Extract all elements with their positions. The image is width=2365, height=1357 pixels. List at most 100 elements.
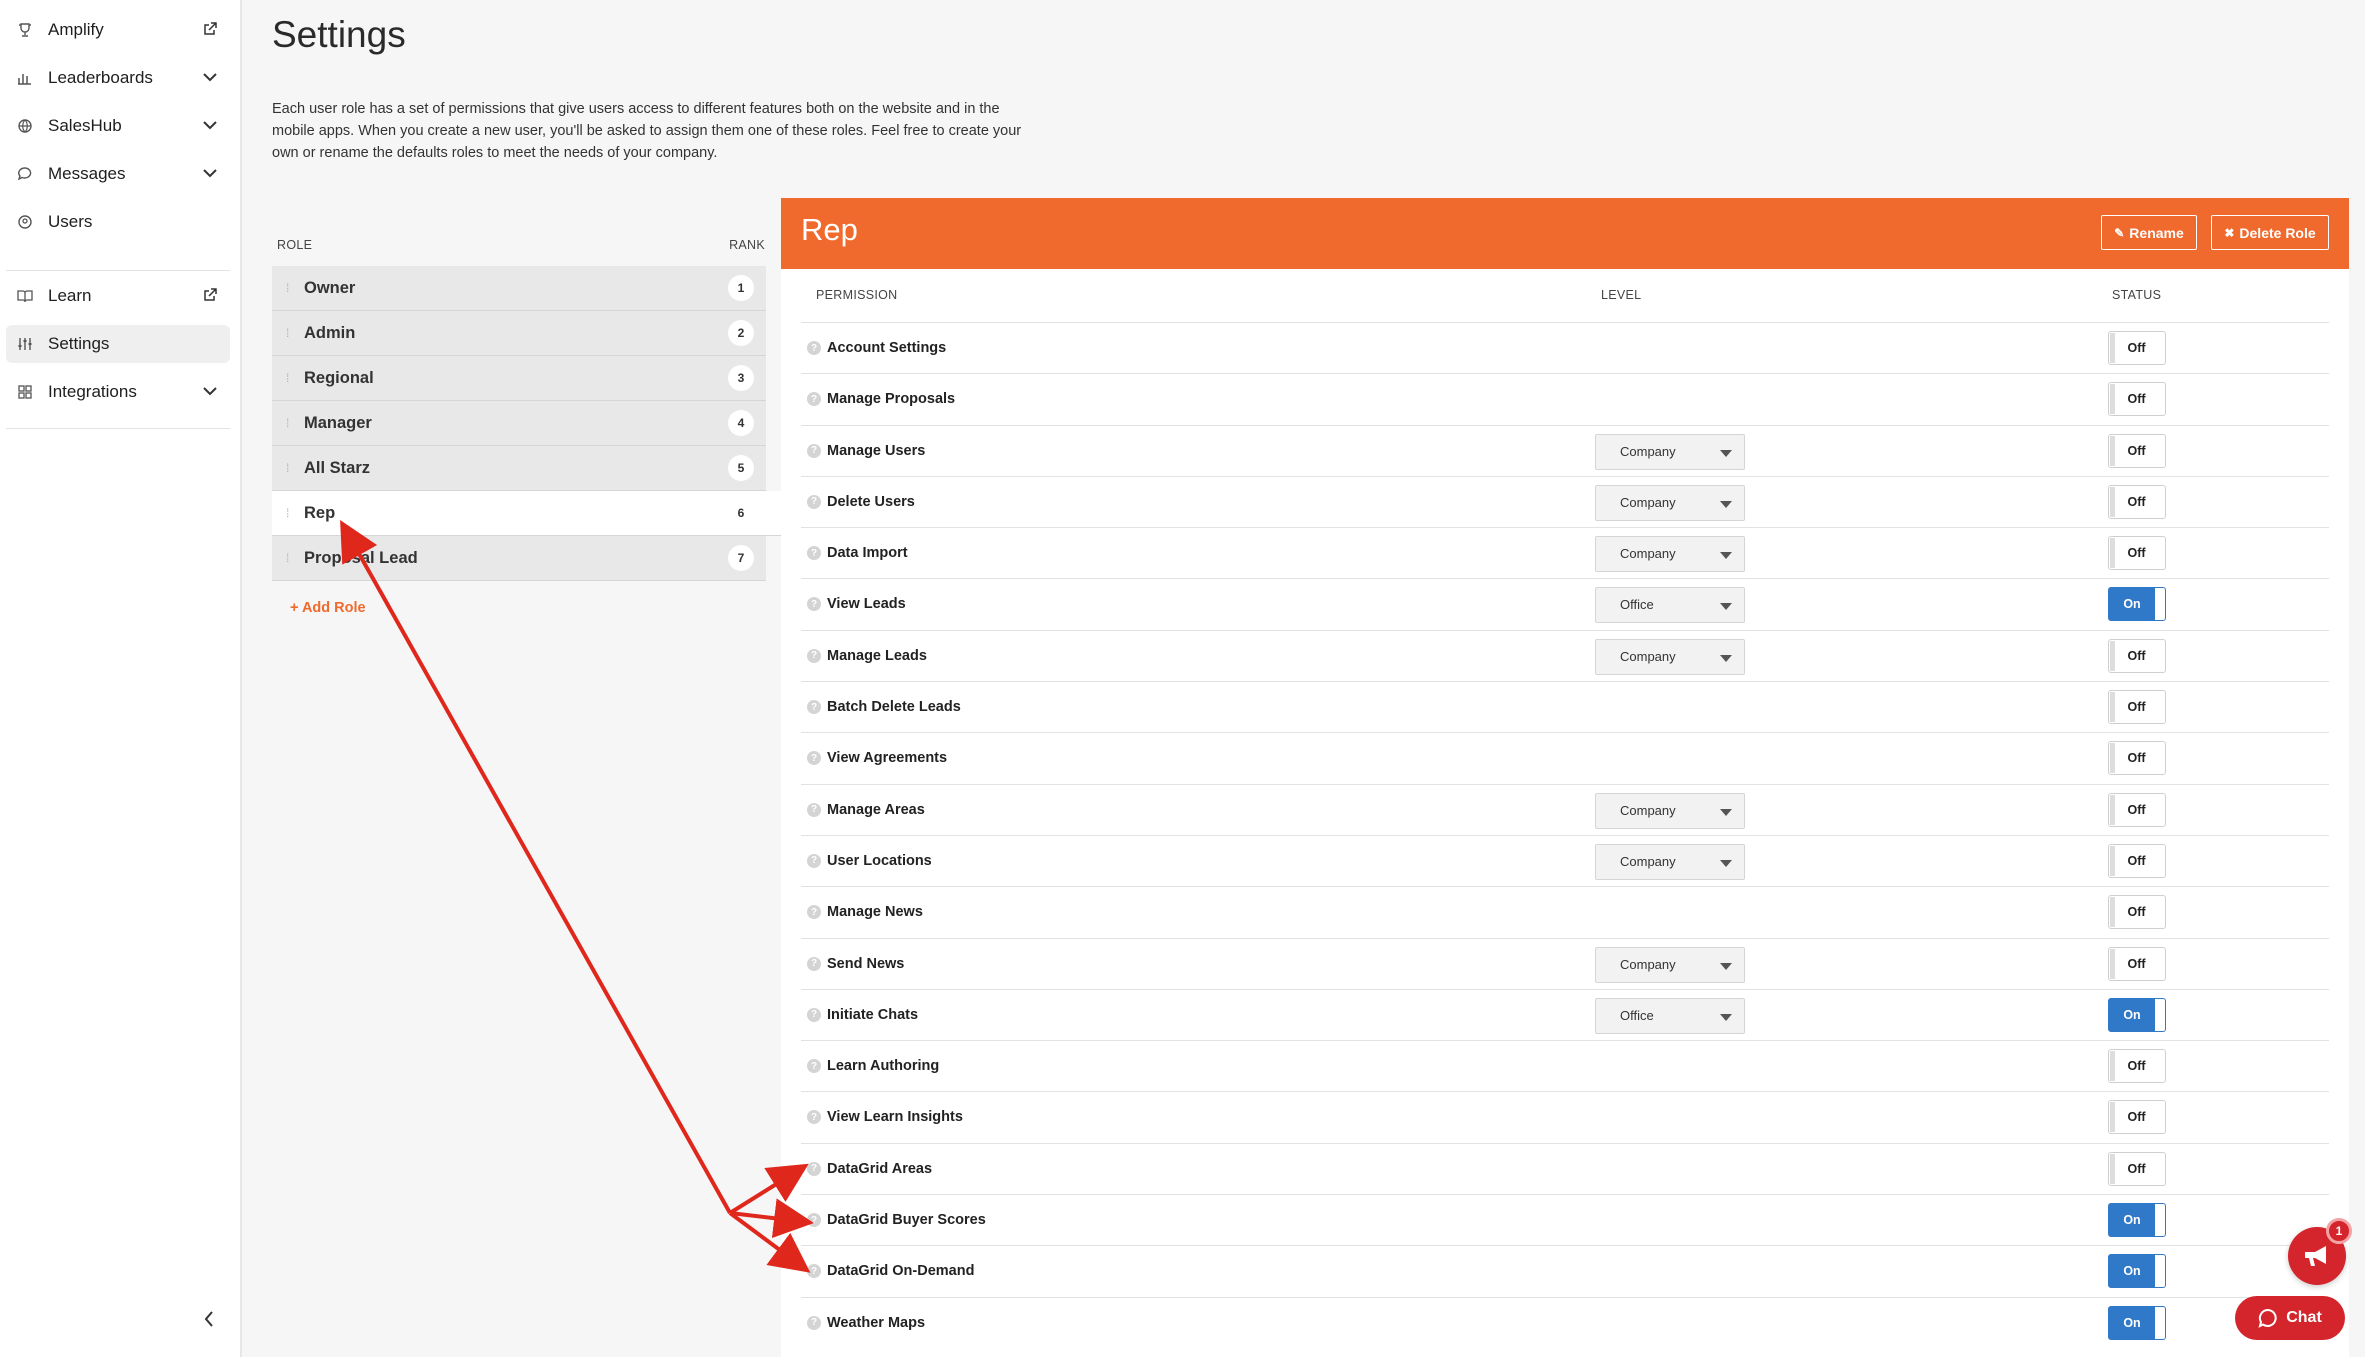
help-icon[interactable]: ? — [807, 751, 821, 766]
level-select[interactable]: Company — [1595, 843, 1745, 880]
help-icon[interactable]: ? — [807, 1264, 821, 1279]
help-icon[interactable]: ? — [807, 853, 821, 868]
role-row-regional[interactable]: ⁞ Regional 3 — [272, 356, 766, 401]
status-toggle[interactable]: Off — [2108, 638, 2166, 673]
external-link-icon[interactable] — [202, 21, 218, 42]
role-name: Owner — [304, 278, 356, 297]
sidebar-item-learn[interactable]: Learn — [6, 277, 230, 315]
status-toggle[interactable]: Off — [2108, 484, 2166, 519]
level-select[interactable]: Company — [1595, 433, 1745, 470]
chat-button[interactable]: Chat — [2235, 1296, 2345, 1340]
drag-handle-icon[interactable]: ⁞ — [286, 327, 292, 339]
permission-name: User Locations — [827, 852, 932, 869]
level-select[interactable]: Company — [1595, 946, 1745, 983]
external-link-icon[interactable] — [202, 287, 218, 308]
status-toggle[interactable]: Off — [2108, 382, 2166, 417]
rename-button[interactable]: ✎ Rename — [2101, 215, 2197, 250]
drag-handle-icon[interactable]: ⁞ — [286, 552, 292, 564]
drag-handle-icon[interactable]: ⁞ — [286, 462, 292, 474]
status-toggle[interactable]: Off — [2108, 331, 2166, 365]
drag-handle-icon[interactable]: ⁞ — [286, 282, 292, 294]
sidebar-item-settings[interactable]: Settings — [6, 325, 230, 363]
sidebar-item-label: Amplify — [48, 20, 104, 39]
status-toggle[interactable]: Off — [2108, 741, 2166, 776]
help-icon[interactable]: ? — [807, 802, 821, 817]
status-toggle[interactable]: On — [2108, 997, 2166, 1032]
status-toggle[interactable]: On — [2108, 1254, 2166, 1289]
permission-name: DataGrid Areas — [827, 1160, 933, 1177]
status-toggle[interactable]: On — [2108, 1203, 2166, 1238]
level-select[interactable]: Office — [1595, 587, 1745, 624]
status-toggle[interactable]: Off — [2108, 843, 2166, 878]
status-label: Off — [2110, 1102, 2158, 1133]
role-row-manager[interactable]: ⁞ Manager 4 — [272, 401, 766, 446]
help-icon[interactable]: ? — [807, 1213, 821, 1228]
trophy-icon — [14, 22, 36, 38]
caret-down-icon — [1720, 654, 1732, 662]
role-row-all-starz[interactable]: ⁞ All Starz 5 — [272, 446, 766, 491]
help-icon[interactable]: ? — [807, 546, 821, 561]
grid-icon — [14, 384, 36, 400]
role-rank: 6 — [728, 500, 754, 526]
role-name: Rep — [304, 503, 336, 522]
help-icon[interactable]: ? — [807, 1315, 821, 1330]
chevron-down-icon[interactable] — [202, 117, 218, 138]
status-toggle[interactable]: On — [2108, 1305, 2166, 1340]
level-select[interactable]: Company — [1595, 792, 1745, 829]
sidebar-divider — [6, 428, 230, 429]
status-toggle[interactable]: On — [2108, 587, 2166, 622]
sidebar-item-saleshub[interactable]: SalesHub — [6, 107, 230, 145]
role-rank: 1 — [728, 275, 754, 301]
sidebar-item-messages[interactable]: Messages — [6, 155, 230, 193]
role-row-admin[interactable]: ⁞ Admin 2 — [272, 311, 766, 356]
help-icon[interactable]: ? — [807, 1161, 821, 1176]
drag-handle-icon[interactable]: ⁞ — [286, 372, 292, 384]
status-toggle[interactable]: Off — [2108, 1100, 2166, 1135]
status-toggle[interactable]: Off — [2108, 895, 2166, 930]
status-label: On — [2109, 998, 2155, 1031]
help-icon[interactable]: ? — [807, 494, 821, 509]
level-select[interactable]: Office — [1595, 997, 1745, 1034]
help-icon[interactable]: ? — [807, 1007, 821, 1022]
permission-name: Initiate Chats — [827, 1006, 919, 1023]
help-icon[interactable]: ? — [807, 443, 821, 458]
sidebar-item-amplify[interactable]: Amplify — [6, 11, 230, 49]
help-icon[interactable]: ? — [807, 1059, 821, 1074]
status-toggle[interactable]: Off — [2108, 536, 2166, 571]
help-icon[interactable]: ? — [807, 905, 821, 920]
drag-handle-icon[interactable]: ⁞ — [286, 507, 292, 519]
status-toggle[interactable]: Off — [2108, 1049, 2166, 1084]
chevron-down-icon[interactable] — [202, 383, 218, 404]
level-select[interactable]: Company — [1595, 484, 1745, 521]
level-select[interactable]: Company — [1595, 536, 1745, 573]
level-select[interactable]: Company — [1595, 638, 1745, 675]
role-row-rep[interactable]: ⁞ Rep 6 — [272, 491, 782, 536]
sidebar-item-users[interactable]: Users — [6, 203, 230, 241]
add-role-button[interactable]: + Add Role — [290, 600, 366, 616]
status-toggle[interactable]: Off — [2108, 1151, 2166, 1186]
chevron-down-icon[interactable] — [202, 69, 218, 90]
status-toggle[interactable]: Off — [2108, 690, 2166, 725]
permission-row: ? DataGrid Areas Off — [801, 1142, 2329, 1194]
help-icon[interactable]: ? — [807, 597, 821, 612]
role-row-owner[interactable]: ⁞ Owner 1 — [272, 266, 766, 311]
collapse-sidebar-button[interactable] — [196, 1306, 222, 1332]
status-toggle[interactable]: Off — [2108, 792, 2166, 827]
permission-row: ? User Locations Company Off — [801, 834, 2329, 886]
permission-name: Send News — [827, 955, 905, 972]
book-icon — [14, 288, 36, 304]
status-toggle[interactable]: Off — [2108, 946, 2166, 981]
help-icon[interactable]: ? — [807, 341, 821, 355]
drag-handle-icon[interactable]: ⁞ — [286, 417, 292, 429]
chevron-down-icon[interactable] — [202, 165, 218, 186]
sidebar-item-integrations[interactable]: Integrations — [6, 373, 230, 411]
help-icon[interactable]: ? — [807, 392, 821, 407]
delete-role-button[interactable]: ✖ Delete Role — [2211, 215, 2329, 250]
help-icon[interactable]: ? — [807, 956, 821, 971]
role-row-proposal-lead[interactable]: ⁞ Proposal Lead 7 — [272, 536, 766, 581]
help-icon[interactable]: ? — [807, 648, 821, 663]
help-icon[interactable]: ? — [807, 1110, 821, 1125]
help-icon[interactable]: ? — [807, 700, 821, 715]
sidebar-item-leaderboards[interactable]: Leaderboards — [6, 59, 230, 97]
status-toggle[interactable]: Off — [2108, 433, 2166, 468]
